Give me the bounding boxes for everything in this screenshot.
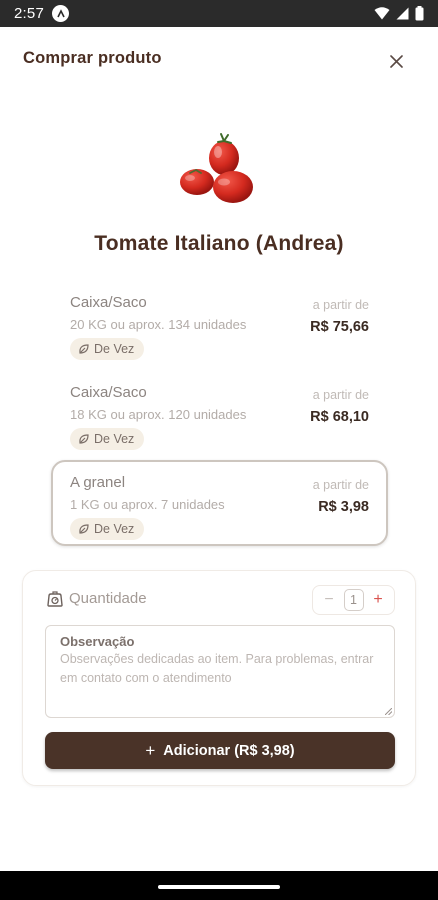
option-name: Caixa/Saco <box>70 294 147 311</box>
add-button-label: Adicionar (R$ 3,98) <box>163 742 295 759</box>
option-description: 20 KG ou aprox. 134 unidades <box>70 317 247 332</box>
option-name: Caixa/Saco <box>70 384 147 401</box>
product-name: Tomate Italiano (Andrea) <box>94 232 344 255</box>
option-description: 1 KG ou aprox. 7 unidades <box>70 497 225 512</box>
order-card: Quantidade − 1 + Observação Observações … <box>22 570 416 786</box>
leaf-icon <box>79 524 89 534</box>
sheet-title: Comprar produto <box>23 49 162 67</box>
tomato-image <box>180 133 253 203</box>
resize-handle-icon[interactable] <box>385 708 392 715</box>
price-from-label: a partir de <box>312 298 369 312</box>
option-name: A granel <box>70 474 126 491</box>
observation-placeholder: Observações dedicadas ao item. Para prob… <box>60 652 374 685</box>
quantity-label: Quantidade <box>69 590 147 607</box>
battery-icon <box>415 6 424 21</box>
option-price: R$ 68,10 <box>310 409 369 425</box>
option-a-granel[interactable]: A granel 1 KG ou aprox. 7 unidades De Ve… <box>51 460 388 546</box>
ripeness-badge: De Vez <box>70 428 145 450</box>
plus-icon: + <box>145 740 156 760</box>
status-icons <box>374 6 424 21</box>
navigation-bar <box>0 871 438 900</box>
badge-label: De Vez <box>94 432 135 446</box>
decrease-button[interactable]: − <box>321 592 337 608</box>
option-description: 18 KG ou aprox. 120 unidades <box>70 407 247 422</box>
close-button[interactable] <box>384 49 408 73</box>
ripeness-badge: De Vez <box>70 338 145 360</box>
price-from-label: a partir de <box>312 388 369 402</box>
quantity-input[interactable]: 1 <box>343 589 364 611</box>
status-bar: 2:57 <box>0 0 438 27</box>
scale-icon <box>47 591 63 607</box>
wifi-icon <box>374 7 390 20</box>
sheet-header: Comprar produto <box>0 27 438 93</box>
badge-label: De Vez <box>94 522 135 536</box>
leaf-icon <box>79 344 89 354</box>
option-price: R$ 3,98 <box>318 499 369 515</box>
option-caixa-20kg[interactable]: Caixa/Saco 20 KG ou aprox. 134 unidades … <box>51 280 388 366</box>
increase-button[interactable]: + <box>370 592 386 608</box>
leaf-icon <box>79 434 89 444</box>
cellular-signal-icon <box>396 7 409 20</box>
close-icon <box>389 54 403 68</box>
badge-label: De Vez <box>94 342 135 356</box>
ripeness-badge: De Vez <box>70 518 145 540</box>
home-indicator[interactable] <box>158 885 280 889</box>
observation-label: Observação <box>60 634 135 649</box>
option-caixa-18kg[interactable]: Caixa/Saco 18 KG ou aprox. 120 unidades … <box>51 370 388 456</box>
option-price: R$ 75,66 <box>310 319 369 335</box>
notification-app-icon <box>52 5 69 22</box>
quantity-stepper: − 1 + <box>312 585 395 615</box>
status-time: 2:57 <box>14 5 44 22</box>
observation-field[interactable]: Observação Observações dedicadas ao item… <box>45 625 395 718</box>
price-from-label: a partir de <box>312 478 369 492</box>
add-to-cart-button[interactable]: + Adicionar (R$ 3,98) <box>45 732 395 769</box>
